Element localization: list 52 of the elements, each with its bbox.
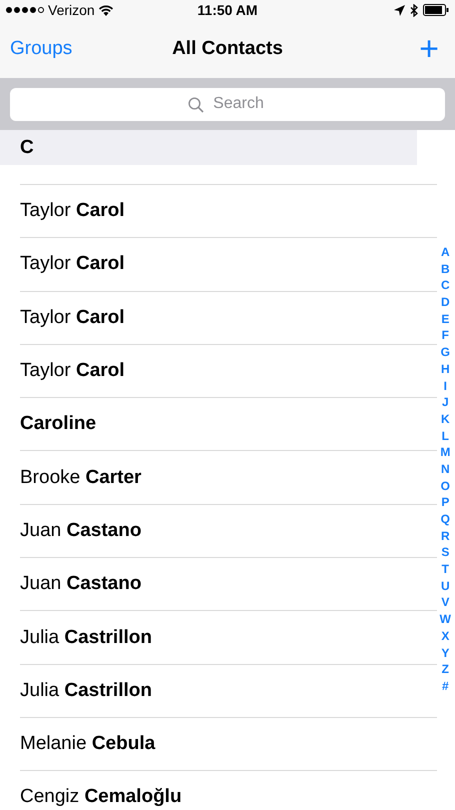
index-letter[interactable]: K xyxy=(441,410,450,428)
index-letter[interactable]: Q xyxy=(440,511,450,528)
index-letter[interactable]: X xyxy=(441,628,450,644)
index-letter[interactable]: F xyxy=(442,327,449,344)
contact-name[interactable]: Julia Castrillon xyxy=(20,680,152,702)
index-letter[interactable]: # xyxy=(442,678,449,695)
index-letter[interactable]: W xyxy=(440,611,451,628)
search-field[interactable]: Search xyxy=(10,88,445,120)
index-letter[interactable]: Z xyxy=(442,661,449,678)
index-letter[interactable]: S xyxy=(441,544,450,562)
bluetooth-icon xyxy=(410,4,418,16)
index-letter[interactable]: E xyxy=(441,310,450,328)
index-letter[interactable]: V xyxy=(441,594,450,612)
contact-name[interactable]: Taylor Carol xyxy=(20,360,125,382)
index-letter[interactable]: H xyxy=(441,360,450,378)
clock-time: 11:50 AM xyxy=(197,2,258,18)
search-icon xyxy=(188,96,204,112)
battery-icon xyxy=(423,4,449,16)
index-letter[interactable]: N xyxy=(441,460,450,478)
index-letter[interactable]: J xyxy=(442,394,449,411)
contact-name[interactable]: Julia Castrillon xyxy=(20,626,152,649)
index-letter[interactable]: P xyxy=(441,494,450,511)
section-header: C xyxy=(0,130,417,165)
index-letter[interactable]: I xyxy=(444,378,447,394)
index-letter[interactable]: U xyxy=(441,578,450,594)
index-letter[interactable]: A xyxy=(441,244,450,261)
index-letter[interactable]: L xyxy=(442,428,449,444)
index-letter[interactable]: Y xyxy=(441,644,450,662)
index-letter[interactable]: M xyxy=(440,444,450,461)
contact-name[interactable]: Juan Castano xyxy=(20,573,142,596)
index-letter[interactable]: G xyxy=(440,344,450,361)
index-letter[interactable]: R xyxy=(441,528,450,544)
index-letter[interactable]: D xyxy=(441,294,450,311)
index-letter[interactable]: T xyxy=(442,561,449,578)
contact-name[interactable]: Taylor Carol xyxy=(20,200,125,222)
contact-name[interactable]: Brooke Carter xyxy=(20,466,142,489)
contact-name[interactable]: Cengiz Cemaloğlu xyxy=(20,786,182,808)
index-letter[interactable]: C xyxy=(441,277,450,294)
wifi-icon xyxy=(98,4,113,16)
contact-name[interactable]: Juan Castano xyxy=(20,520,142,542)
contact-name[interactable]: Taylor Carol xyxy=(20,253,125,276)
groups-button[interactable]: Groups xyxy=(10,38,72,60)
add-contact-button[interactable]: + xyxy=(419,32,439,66)
index-letter[interactable]: O xyxy=(440,478,450,494)
contact-name[interactable]: Taylor Carol xyxy=(20,306,125,329)
location-arrow-icon xyxy=(394,4,405,16)
contact-name[interactable]: Melanie Cebula xyxy=(20,733,156,756)
index-letter[interactable]: B xyxy=(441,260,450,278)
contact-name[interactable]: Caroline xyxy=(20,413,96,436)
carrier-name: Verizon xyxy=(48,2,95,18)
screen-title: All Contacts xyxy=(172,38,283,60)
signal-strength-icon xyxy=(6,7,44,13)
